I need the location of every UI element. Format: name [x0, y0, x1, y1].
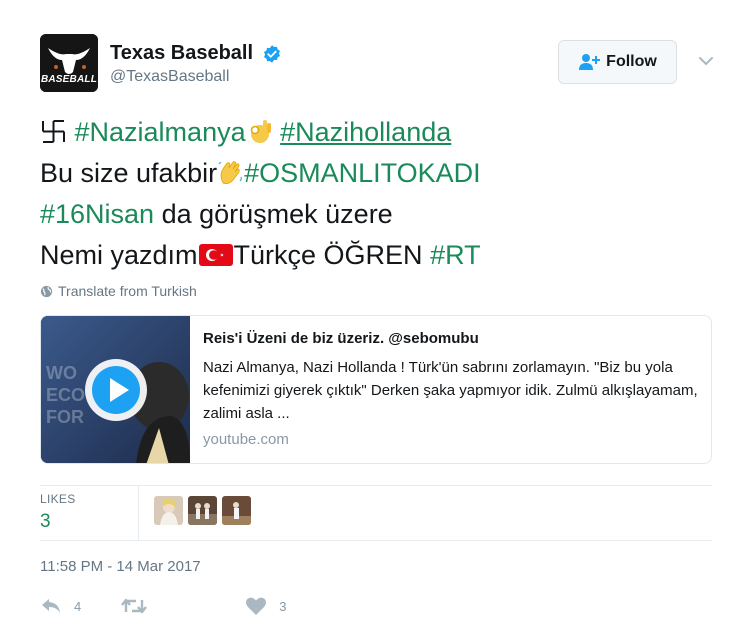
like-action[interactable]: 3 [245, 596, 286, 616]
divider [40, 485, 712, 486]
chevron-down-icon[interactable] [697, 52, 715, 70]
hashtag-link[interactable]: #Nazialmanya [75, 117, 246, 147]
divider [40, 540, 712, 541]
verified-badge-icon [263, 44, 280, 63]
ok-hand-emoji [250, 120, 271, 143]
translate-link[interactable]: Translate from Turkish [40, 283, 197, 299]
hashtag-link[interactable]: #Nazihollanda [280, 117, 451, 147]
tweet-text-segment: Türkçe ÖĞREN [233, 240, 431, 270]
like-count: 3 [279, 598, 287, 614]
card-domain: youtube.com [203, 431, 289, 448]
translate-label: Translate from Turkish [58, 283, 197, 299]
heart-icon[interactable] [245, 596, 267, 616]
tweet-text: #Nazialmanya #Nazihollanda Bu size ufakb… [40, 112, 720, 276]
hashtag-link[interactable]: #16Nisan [40, 199, 154, 229]
avatar[interactable]: BASEBALL [40, 34, 98, 92]
divider [138, 486, 139, 541]
tweet-text-segment: Bu size ufakbir [40, 158, 218, 188]
liker-avatars [154, 496, 251, 525]
video-thumbnail[interactable]: WO ECO FOR [41, 316, 190, 463]
card-description: Nazi Almanya, Nazi Hollanda ! Türk'ün sa… [203, 359, 698, 422]
likes-label: LIKES [40, 492, 76, 506]
reply-count: 4 [74, 598, 82, 614]
follow-button[interactable]: Follow [558, 40, 677, 84]
follow-button-label: Follow [606, 53, 657, 70]
tweet-timestamp[interactable]: 11:58 PM - 14 Mar 2017 [40, 558, 201, 575]
liker-avatar[interactable] [222, 496, 251, 525]
display-name[interactable]: Texas Baseball [110, 42, 253, 65]
liker-avatar[interactable] [154, 496, 183, 525]
card-body: Reis'i Üzeni de biz üzeriz. @sebomubu Na… [203, 330, 698, 448]
tweet-line-4: Nemi yazdım Türkçe ÖĞREN #RT [40, 235, 720, 276]
add-user-icon [579, 54, 601, 70]
user-identity: Texas Baseball @TexasBaseball [110, 42, 282, 86]
card-title: Reis'i Üzeni de biz üzeriz. @sebomubu [203, 330, 479, 347]
likes-stat[interactable]: LIKES 3 [40, 492, 138, 533]
tweet-line-1: #Nazialmanya #Nazihollanda [40, 112, 720, 153]
tweet-line-3: #16Nisan da görüşmek üzere [40, 194, 720, 235]
turkey-flag-emoji [198, 244, 233, 266]
retweet-action[interactable] [121, 597, 159, 615]
tweet-text-segment: Nemi yazdım [40, 240, 198, 270]
likes-count: 3 [40, 511, 51, 532]
user-handle[interactable]: @TexasBaseball [110, 68, 282, 86]
reply-action[interactable]: 4 [40, 597, 81, 615]
globe-icon [40, 285, 53, 297]
hashtag-link[interactable]: #OSMANLITOKADI [244, 158, 481, 188]
hashtag-link[interactable]: #RT [430, 240, 481, 270]
tweet-actions: 4 3 [40, 596, 326, 616]
avatar-label: BASEBALL [40, 74, 98, 85]
tweet-line-2: Bu size ufakbir #OSMANLITOKADI [40, 153, 720, 194]
retweet-icon[interactable] [121, 597, 148, 615]
waving-hand-emoji [218, 161, 243, 184]
tweet-header: BASEBALL Texas Baseball @TexasBaseball F… [40, 34, 720, 94]
swastika-icon [42, 120, 65, 143]
play-icon[interactable] [83, 357, 149, 423]
link-card[interactable]: WO ECO FOR Reis'i Üzeni de biz üzeriz. @… [40, 315, 712, 464]
tweet-text-segment: da görüşmek üzere [154, 199, 393, 229]
liker-avatar[interactable] [188, 496, 217, 525]
thumbnail-overlay-text: WO ECO FOR [46, 363, 86, 427]
reply-icon[interactable] [40, 597, 62, 615]
